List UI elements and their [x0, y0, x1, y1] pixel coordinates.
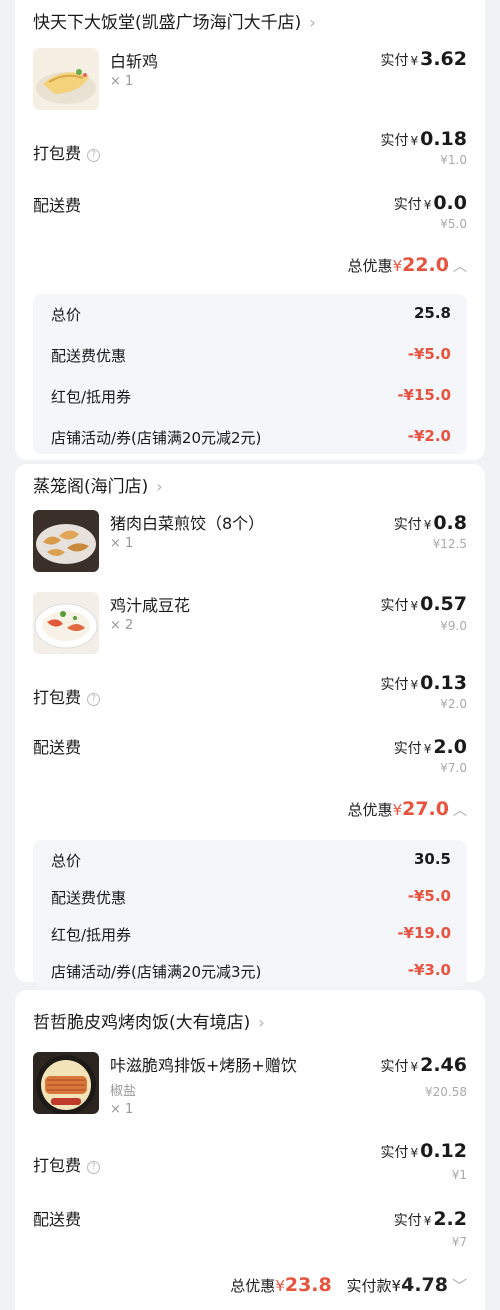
- store-name: 哲哲脆皮鸡烤肉饭(大有境店): [33, 1013, 251, 1033]
- item-name: 鸡汁咸豆花: [110, 596, 191, 615]
- item-quantity: × 2: [110, 618, 134, 633]
- delivery-fee-label: 配送费: [33, 738, 82, 757]
- item-image[interactable]: [33, 1052, 99, 1114]
- item-paid: 实付 ¥0.8: [393, 512, 467, 534]
- item-original-price: ¥20.58: [425, 1085, 467, 1099]
- packing-fee-original: ¥1.0: [440, 153, 467, 167]
- item-paid: 实付 ¥3.62: [380, 48, 467, 70]
- item-spec: 椒盐: [110, 1084, 137, 1099]
- item-image[interactable]: [33, 48, 99, 110]
- order-total-toggle[interactable]: 总优惠¥23.8 实付款¥4.78 ﹀: [230, 1274, 467, 1296]
- summary-row: 红包/抵用券 -¥19.0: [51, 924, 451, 944]
- help-icon[interactable]: ?: [87, 1161, 101, 1174]
- discount-total-toggle[interactable]: 总优惠¥22.0 ︿: [348, 254, 467, 276]
- store-name: 蒸笼阁(海门店): [33, 477, 149, 497]
- help-icon[interactable]: ?: [87, 693, 101, 706]
- delivery-fee-paid: 实付 ¥2.2: [393, 1208, 467, 1230]
- item-name: 咔滋脆鸡排饭+烤肠+赠饮: [110, 1056, 297, 1075]
- chevron-right-icon: ›: [309, 13, 316, 32]
- price-summary: 总价 30.5 配送费优惠 -¥5.0 红包/抵用券 -¥19.0 店铺活动/券(店铺…: [33, 840, 467, 986]
- summary-row: 总价 25.8: [51, 304, 451, 324]
- store-name-link[interactable]: 哲哲脆皮鸡烤肉饭(大有境店) ›: [33, 1008, 265, 1033]
- summary-row: 红包/抵用券 -¥15.0: [51, 386, 451, 406]
- packing-fee-paid: 实付 ¥0.18: [380, 128, 467, 150]
- summary-row: 总价 30.5: [51, 850, 451, 870]
- store-name-link[interactable]: 蒸笼阁(海门店) ›: [33, 472, 163, 497]
- item-quantity: × 1: [110, 74, 134, 89]
- delivery-fee-original: ¥7.0: [440, 761, 467, 775]
- summary-row: 配送费优惠 -¥5.0: [51, 887, 451, 907]
- summary-row: 店铺活动/券(店铺满20元减3元) -¥3.0: [51, 961, 451, 981]
- packing-fee-label: 打包费?: [33, 684, 101, 708]
- packing-fee-label: 打包费?: [33, 1152, 101, 1176]
- store-name-link[interactable]: 快天下大饭堂(凯盛广场海门大千店) ›: [33, 8, 316, 33]
- delivery-fee-original: ¥5.0: [440, 217, 467, 231]
- item-image[interactable]: [33, 510, 99, 572]
- delivery-fee-label: 配送费: [33, 196, 82, 215]
- delivery-fee-label: 配送费: [33, 1210, 82, 1229]
- item-name: 猪肉白菜煎饺（8个）: [110, 514, 265, 533]
- item-paid: 实付 ¥2.46: [380, 1054, 467, 1076]
- summary-row: 店铺活动/券(店铺满20元减2元) -¥2.0: [51, 427, 451, 447]
- delivery-fee-paid: 实付 ¥2.0: [393, 736, 467, 758]
- order-card-3: 哲哲脆皮鸡烤肉饭(大有境店) › 咔滋脆鸡排饭+烤肠+赠饮 椒盐 × 1 实付 ¥2…: [15, 990, 485, 1310]
- packing-fee-paid: 实付 ¥0.12: [380, 1140, 467, 1162]
- item-image[interactable]: [33, 592, 99, 654]
- chevron-right-icon: ›: [156, 477, 163, 496]
- chevron-up-icon: ︿: [453, 803, 467, 819]
- item-quantity: × 1: [110, 1102, 134, 1117]
- help-icon[interactable]: ?: [87, 149, 101, 162]
- discount-total-toggle[interactable]: 总优惠¥27.0 ︿: [348, 798, 467, 820]
- delivery-fee-original: ¥7: [451, 1235, 467, 1249]
- chevron-up-icon: ︿: [453, 259, 467, 275]
- item-name: 白斩鸡: [110, 52, 159, 71]
- packing-fee-original: ¥2.0: [440, 697, 467, 711]
- item-quantity: × 1: [110, 536, 134, 551]
- order-card-1: 快天下大饭堂(凯盛广场海门大千店) › 白斩鸡 × 1 实付 ¥3.62 打包费? …: [15, 0, 485, 460]
- store-name: 快天下大饭堂(凯盛广场海门大千店): [33, 13, 302, 33]
- order-card-2: 蒸笼阁(海门店) › 猪肉白菜煎饺（8个） × 1 实付 ¥0.8 ¥12.5 鸡汁…: [15, 464, 485, 986]
- packing-fee-label: 打包费?: [33, 140, 101, 164]
- chevron-right-icon: ›: [258, 1013, 265, 1032]
- price-summary: 总价 25.8 配送费优惠 -¥5.0 红包/抵用券 -¥15.0 店铺活动/券(店铺…: [33, 294, 467, 454]
- summary-row: 配送费优惠 -¥5.0: [51, 345, 451, 365]
- chevron-down-icon: ﹀: [451, 1277, 467, 1295]
- delivery-fee-paid: 实付 ¥0.0: [393, 192, 467, 214]
- item-paid: 实付 ¥0.57: [380, 593, 467, 615]
- item-original-price: ¥9.0: [440, 619, 467, 633]
- packing-fee-original: ¥1: [451, 1168, 467, 1182]
- packing-fee-paid: 实付 ¥0.13: [380, 672, 467, 694]
- item-original-price: ¥12.5: [432, 537, 467, 551]
